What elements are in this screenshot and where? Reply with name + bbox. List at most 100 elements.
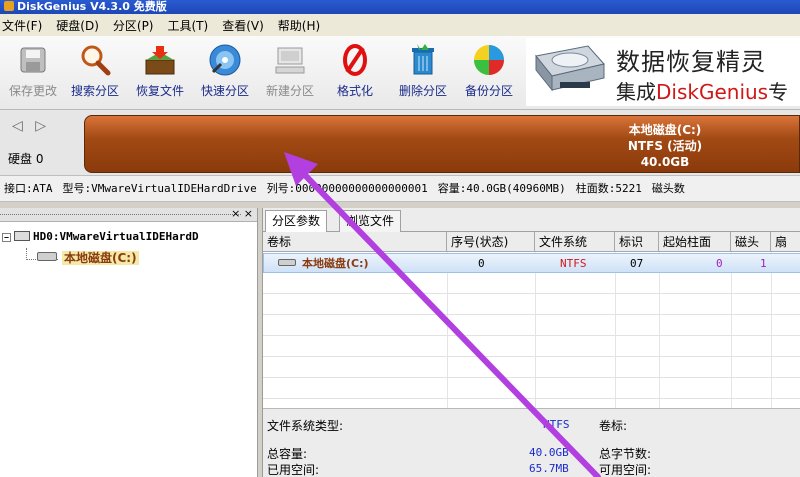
row-head: 1 (760, 257, 767, 270)
used-space-label: 已用空间: (267, 463, 320, 477)
partition-icon (26, 248, 58, 261)
backup-partition-button[interactable]: 备份分区 (456, 42, 522, 99)
tab-browse-files[interactable]: 浏览文件 (339, 210, 402, 232)
new-partition-label: 新建分区 (265, 84, 314, 98)
disk-icon (14, 231, 30, 241)
quick-partition-button[interactable]: 快速分区 (192, 42, 258, 99)
grid-header: 卷标 序号(状态) 文件系统 标识 起始柱面 磁头 扇 (263, 232, 800, 252)
disk-model: 型号:VMwareVirtualIDEHardDrive (62, 182, 257, 195)
menu-bar: 文件(F) 硬盘(D) 分区(P) 工具(T) 查看(V) 帮助(H) (0, 14, 800, 36)
table-row (263, 379, 800, 399)
col-id[interactable]: 标识 (615, 232, 659, 252)
recover-files-button[interactable]: 恢复文件 (127, 42, 193, 99)
new-partition-button[interactable]: 新建分区 (257, 42, 323, 99)
search-partition-button[interactable]: 搜索分区 (62, 42, 128, 99)
disk-map: ◁ ▷ 硬盘 0 本地磁盘(C:) NTFS (活动) 40.0GB (0, 110, 800, 176)
partition-bar-text: 本地磁盘(C:) NTFS (活动) 40.0GB (581, 122, 749, 170)
save-changes-label: 保存更改 (8, 84, 57, 98)
disk-label: 硬盘 0 (8, 152, 44, 166)
tree-partition-node[interactable]: 本地磁盘(C:) (26, 248, 139, 266)
menu-view[interactable]: 查看(V) (222, 17, 264, 34)
disk-serial: 列号:00000000000000000001 (266, 182, 428, 195)
table-row (263, 337, 800, 357)
panel-grip (0, 214, 241, 215)
trash-bin-icon (405, 42, 441, 78)
disk-heads: 磁头数 (651, 182, 685, 195)
menu-tools[interactable]: 工具(T) (168, 17, 209, 34)
format-button[interactable]: 格式化 (322, 42, 388, 99)
row-volume-label: 本地磁盘(C:) (278, 254, 448, 274)
row-index: 0 (478, 257, 485, 270)
table-row (263, 274, 800, 294)
menu-partition[interactable]: 分区(P) (113, 17, 154, 34)
partition-bar-c[interactable]: 本地磁盘(C:) NTFS (活动) 40.0GB (84, 115, 800, 173)
collapse-icon[interactable]: − (2, 233, 11, 242)
quick-partition-disc-icon (207, 42, 243, 78)
row-start-cylinder: 0 (716, 257, 723, 270)
toolbar: 保存更改 搜索分区 恢复文件 快速分区 新建分区 格式化 删除分区 备份分区 数… (0, 36, 800, 110)
partition-details-panel: 分区参数 浏览文件 卷标 序号(状态) 文件系统 标识 起始柱面 磁头 扇 本地… (262, 208, 800, 477)
banner-title: 数据恢复精灵 (616, 48, 766, 76)
col-start-cylinder[interactable]: 起始柱面 (659, 232, 731, 252)
save-changes-button[interactable]: 保存更改 (0, 42, 66, 99)
free-space-label: 可用空间: (599, 463, 652, 477)
table-row[interactable]: 本地磁盘(C:) 0 NTFS 07 0 1 (263, 253, 800, 273)
tree-panel-header: × × (0, 207, 257, 222)
delete-partition-label: 删除分区 (398, 84, 447, 98)
banner-subtitle-prefix: 集成 (616, 80, 656, 104)
quick-partition-label: 快速分区 (200, 84, 249, 98)
tree-disk-node[interactable]: − HD0:VMwareVirtualIDEHardD (2, 230, 199, 243)
banner-brand: DiskGenius (656, 80, 769, 104)
format-forbidden-icon (337, 42, 373, 78)
search-partition-label: 搜索分区 (70, 84, 119, 98)
table-row (263, 358, 800, 378)
partition-summary: 文件系统类型: NTFS 卷标: 总容量: 40.0GB 总字节数: 已用空间:… (263, 408, 800, 477)
recover-files-label: 恢复文件 (135, 84, 184, 98)
row-filesystem: NTFS (560, 257, 587, 270)
menu-file[interactable]: 文件(F) (2, 17, 42, 34)
used-space-value: 65.7MB (529, 462, 569, 475)
banner-subtitle-suffix: 专 (768, 80, 789, 104)
banner-subtitle: 集成DiskGenius专 (616, 76, 788, 105)
disk-interface: 接口:ATA (4, 182, 53, 195)
partition-bar-name: 本地磁盘(C:) (628, 123, 702, 137)
delete-partition-button[interactable]: 删除分区 (390, 42, 456, 99)
disk-nav-arrows[interactable]: ◁ ▷ (12, 118, 50, 134)
total-capacity-value: 40.0GB (529, 446, 569, 459)
menu-disk[interactable]: 硬盘(D) (56, 17, 99, 34)
new-partition-computer-icon (272, 42, 308, 78)
partition-bar-size: 40.0GB (640, 155, 690, 169)
table-row (263, 295, 800, 315)
hard-drive-icon (530, 42, 610, 102)
col-filesystem[interactable]: 文件系统 (535, 232, 615, 252)
menu-help[interactable]: 帮助(H) (278, 17, 320, 34)
partition-row-icon (278, 259, 296, 266)
close-panel-icon[interactable]: × × (231, 207, 253, 220)
backup-partition-label: 备份分区 (464, 84, 513, 98)
col-sector[interactable]: 扇 (771, 232, 800, 252)
tab-partition-params[interactable]: 分区参数 (265, 210, 328, 233)
window-title: DiskGenius V4.3.0 免费版 (17, 0, 167, 13)
total-bytes-label: 总字节数: (599, 447, 652, 461)
format-label: 格式化 (336, 84, 373, 98)
fs-type-label: 文件系统类型: (267, 419, 344, 433)
table-row (263, 316, 800, 336)
disk-tree-panel: × × − HD0:VMwareVirtualIDEHardD 本地磁盘(C:) (0, 207, 258, 477)
tree-disk-label: HD0:VMwareVirtualIDEHardD (33, 230, 199, 243)
fs-type-value: NTFS (543, 418, 570, 431)
save-icon (15, 42, 51, 78)
col-volume-label[interactable]: 卷标 (263, 232, 447, 252)
recover-box-icon (142, 42, 178, 78)
disk-cylinders: 柱面数:5221 (575, 182, 642, 195)
partition-bar-fs: NTFS (活动) (627, 139, 703, 153)
ad-banner[interactable]: 数据恢复精灵 集成DiskGenius专 (526, 38, 800, 106)
row-id: 07 (630, 257, 644, 270)
backup-pie-icon (471, 42, 507, 78)
tree-partition-label: 本地磁盘(C:) (62, 251, 139, 265)
row-volume-text: 本地磁盘(C:) (302, 257, 369, 270)
total-capacity-label: 总容量: (267, 447, 308, 461)
col-head[interactable]: 磁头 (731, 232, 771, 252)
magnifier-icon (77, 42, 113, 78)
col-index[interactable]: 序号(状态) (447, 232, 535, 252)
tab-bar: 分区参数 浏览文件 (263, 208, 800, 233)
